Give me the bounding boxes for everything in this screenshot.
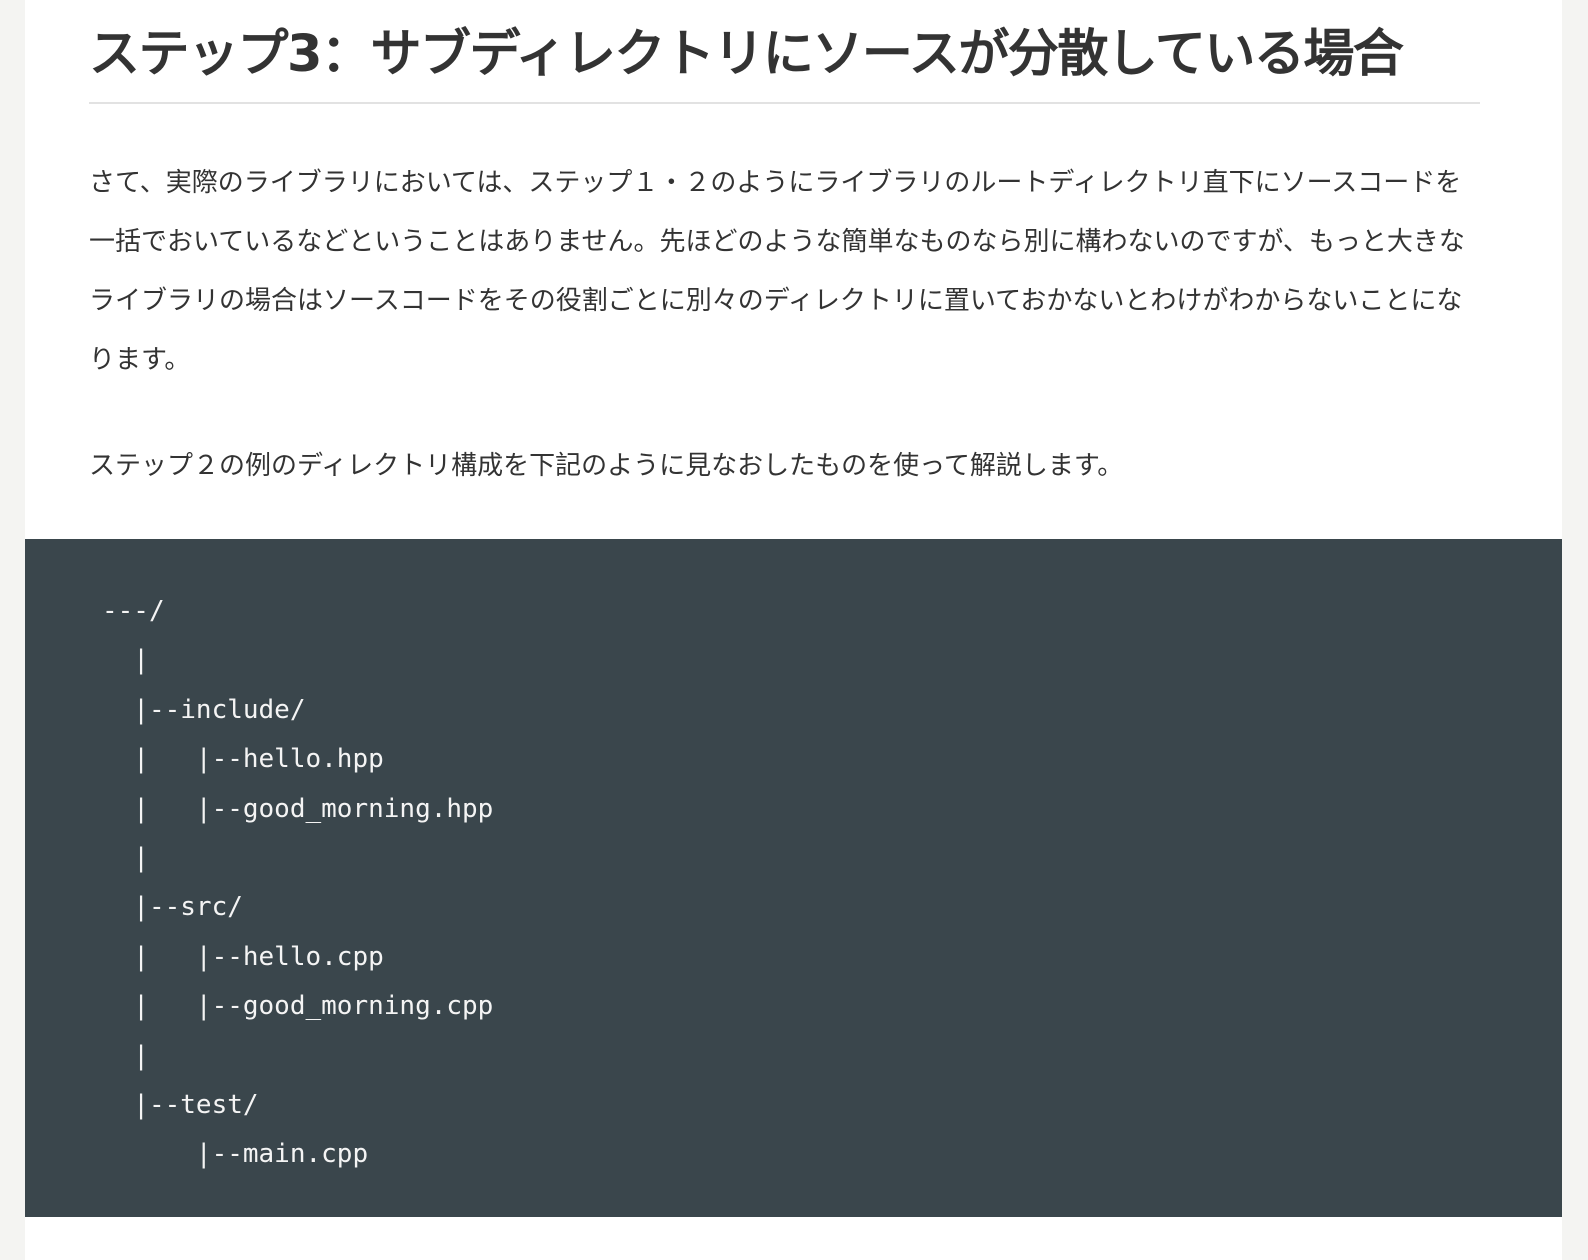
paragraph-intro: さて、実際のライブラリにおいては、ステップ１・２のようにライブラリのルートディレ… <box>89 168 1465 375</box>
code-line: |--src/ <box>102 892 243 923</box>
code-line: | <box>102 843 149 874</box>
code-line: ---/ <box>102 596 165 626</box>
code-line: | <box>102 645 149 676</box>
code-line: |--test/ <box>102 1090 259 1121</box>
section-heading: ステップ3：サブディレクトリにソースが分散している場合 <box>89 0 1480 104</box>
code-line: |--include/ <box>102 694 306 725</box>
code-block: ---/ | |--include/ | |--hello.hpp | |--g… <box>25 539 1562 1217</box>
code-line: | |--good_morning.cpp <box>102 991 494 1022</box>
code-line: |--main.cpp <box>102 1139 369 1170</box>
paragraph-structure-note: ステップ２の例のディレクトリ構成を下記のように見なおしたものを使って解説します。 <box>89 451 1124 481</box>
code-line: | <box>102 1040 149 1071</box>
code-line: | |--hello.hpp <box>102 744 384 775</box>
code-line: | |--hello.cpp <box>102 941 384 972</box>
article-page: ステップ3：サブディレクトリにソースが分散している場合 さて、実際のライブラリに… <box>25 0 1562 1260</box>
code-line: | |--good_morning.hpp <box>102 793 494 824</box>
article-content: ステップ3：サブディレクトリにソースが分散している場合 さて、実際のライブラリに… <box>89 0 1480 481</box>
